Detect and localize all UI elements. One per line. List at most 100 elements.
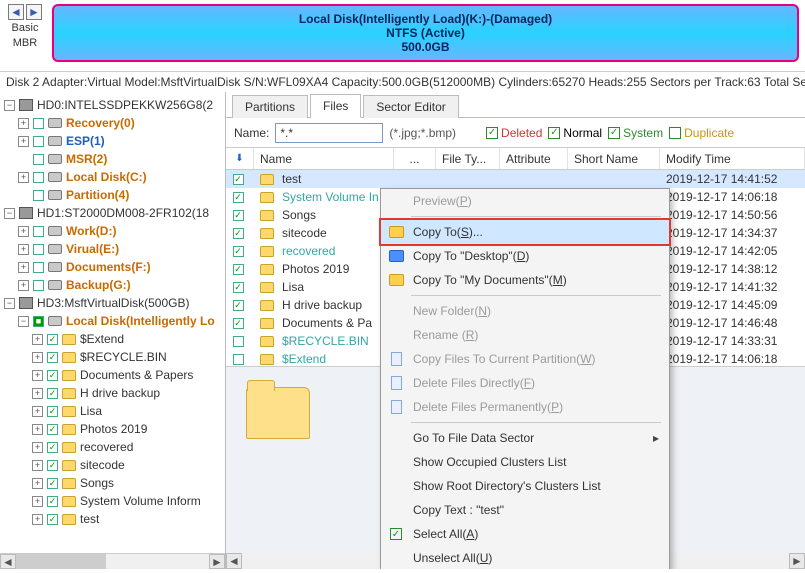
expand-icon[interactable]: + [18,118,29,129]
row-checkbox[interactable]: ✓ [233,300,244,311]
ctx-copy-desktop[interactable]: Copy To "Desktop"(D) [381,244,669,268]
checkbox-icon[interactable]: ✓ [47,334,58,345]
row-checkbox[interactable]: ✓ [233,318,244,329]
scroll-thumb[interactable] [16,554,106,569]
tree-folder[interactable]: sitecode [80,458,125,472]
ctx-new-folder[interactable]: New Folder(N) [381,299,669,323]
collapse-icon[interactable]: − [4,100,15,111]
expand-icon[interactable]: + [32,370,43,381]
scroll-left-icon[interactable]: ◄ [0,554,16,569]
expand-icon[interactable]: + [32,514,43,525]
checkbox-icon[interactable] [33,280,44,291]
expand-icon[interactable]: + [32,460,43,471]
expand-icon[interactable]: + [18,226,29,237]
tab-files[interactable]: Files [310,94,361,118]
row-checkbox[interactable] [233,336,244,347]
expand-icon[interactable]: + [18,172,29,183]
col-ext[interactable]: ... [394,148,436,169]
expand-icon[interactable]: + [32,478,43,489]
collapse-icon[interactable]: − [4,298,15,309]
tree-folder[interactable]: Songs [80,476,114,490]
tree-folder[interactable]: System Volume Inform [80,494,201,508]
scroll-right-icon[interactable]: ► [789,553,805,569]
tree-folder[interactable]: H drive backup [80,386,160,400]
filter-name-input[interactable] [275,123,383,143]
ctx-copy-mydocs[interactable]: Copy To "My Documents"(M) [381,268,669,292]
tree-folder[interactable]: $RECYCLE.BIN [80,350,167,364]
filter-system-checkbox[interactable]: ✓ [608,127,620,139]
checkbox-icon[interactable]: ✓ [47,370,58,381]
row-checkbox[interactable]: ✓ [233,174,244,185]
filter-normal-checkbox[interactable]: ✓ [548,127,560,139]
tree-item[interactable]: Partition(4) [66,188,129,202]
expand-icon[interactable]: + [32,352,43,363]
file-row[interactable]: ✓test2019-12-17 14:41:52 [226,170,805,188]
ctx-delete-direct[interactable]: Delete Files Directly(F) [381,371,669,395]
checkbox-icon[interactable] [33,190,44,201]
checkbox-icon[interactable] [33,226,44,237]
checkbox-icon[interactable]: ✓ [47,478,58,489]
tree-folder[interactable]: test [80,512,99,526]
col-filetype[interactable]: File Ty... [436,148,500,169]
tree-hd3[interactable]: HD3:MsftVirtualDisk(500GB) [37,296,189,310]
col-select[interactable]: ⬇ [226,148,254,169]
col-shortname[interactable]: Short Name [568,148,660,169]
tree-item[interactable]: ESP(1) [66,134,105,148]
col-modifytime[interactable]: Modify Time [660,148,805,169]
ctx-unselect-all[interactable]: Unselect All(U) [381,546,669,569]
col-attribute[interactable]: Attribute [500,148,568,169]
row-checkbox[interactable]: ✓ [233,192,244,203]
checkbox-icon[interactable]: ✓ [47,496,58,507]
tree-hscroll[interactable]: ◄ ► [0,553,225,569]
scroll-right-icon[interactable]: ► [209,554,225,569]
expand-icon[interactable]: + [32,424,43,435]
ctx-rename[interactable]: Rename (R) [381,323,669,347]
expand-icon[interactable]: + [32,388,43,399]
checkbox-icon[interactable] [33,244,44,255]
tree-folder[interactable]: $Extend [80,332,124,346]
checkbox-icon[interactable] [33,118,44,129]
tree-item[interactable]: Recovery(0) [66,116,135,130]
checkbox-icon[interactable]: ✓ [47,514,58,525]
tree-item[interactable]: Local Disk(Intelligently Lo [66,314,215,328]
checkbox-icon[interactable]: ✓ [47,388,58,399]
checkbox-icon[interactable]: ✓ [47,406,58,417]
row-checkbox[interactable]: ✓ [233,246,244,257]
collapse-icon[interactable]: − [18,316,29,327]
row-checkbox[interactable] [233,354,244,365]
ctx-preview[interactable]: Preview(P) [381,189,669,213]
tree-item[interactable]: Virual(E:) [66,242,119,256]
expand-icon[interactable]: + [32,496,43,507]
ctx-delete-perm[interactable]: Delete Files Permanently(P) [381,395,669,419]
tree-item[interactable]: MSR(2) [66,152,107,166]
tree-folder[interactable]: Photos 2019 [80,422,147,436]
filter-duplicate-checkbox[interactable] [669,127,681,139]
nav-back-button[interactable]: ◄ [8,4,24,20]
row-checkbox[interactable]: ✓ [233,264,244,275]
tree-item[interactable]: Local Disk(C:) [66,170,147,184]
checkbox-icon[interactable] [33,172,44,183]
row-checkbox[interactable]: ✓ [233,210,244,221]
expand-icon[interactable]: + [32,406,43,417]
collapse-icon[interactable]: − [4,208,15,219]
tree-item[interactable]: Work(D:) [66,224,116,238]
scroll-left-icon[interactable]: ◄ [226,553,242,569]
nav-forward-button[interactable]: ► [26,4,42,20]
expand-icon[interactable]: + [32,334,43,345]
expand-icon[interactable]: + [18,262,29,273]
tree-hd0[interactable]: HD0:INTELSSDPEKKW256G8(2 [37,98,213,112]
tree-folder[interactable]: recovered [80,440,133,454]
tree-folder[interactable]: Documents & Papers [80,368,193,382]
checkbox-icon[interactable]: ✓ [47,460,58,471]
ctx-copy-current[interactable]: Copy Files To Current Partition(W) [381,347,669,371]
ctx-root-clusters[interactable]: Show Root Directory's Clusters List [381,474,669,498]
filter-deleted-checkbox[interactable]: ✓ [486,127,498,139]
ctx-goto-sector[interactable]: Go To File Data Sector▸ [381,426,669,450]
row-checkbox[interactable]: ✓ [233,228,244,239]
tab-partitions[interactable]: Partitions [232,95,308,118]
tree-folder[interactable]: Lisa [80,404,102,418]
checkbox-icon[interactable] [33,136,44,147]
ctx-copy-to[interactable]: Copy To(S)... [381,220,669,244]
ctx-copy-text[interactable]: Copy Text : "test" [381,498,669,522]
checkbox-icon[interactable]: ✓ [47,352,58,363]
